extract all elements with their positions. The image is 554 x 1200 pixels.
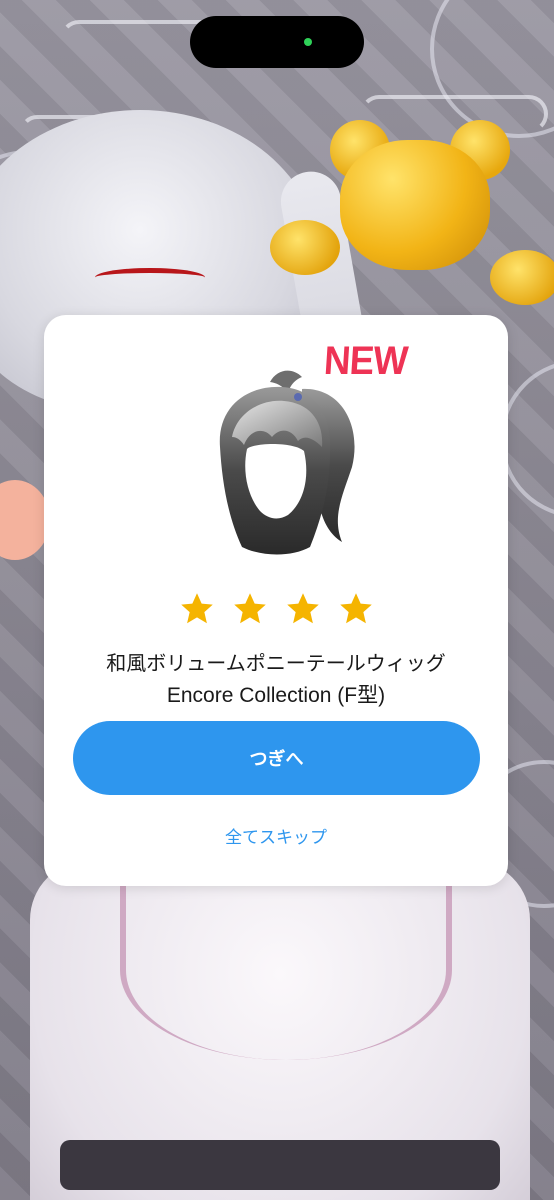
avatar-obi-belt (60, 1140, 500, 1190)
star-icon (286, 593, 319, 624)
avatar-eye (95, 268, 205, 287)
next-button[interactable]: つぎへ (73, 721, 480, 795)
item-collection: Encore Collection (F型) (166, 684, 386, 707)
star-icon (233, 593, 266, 624)
item-name: 和風ボリュームポニーテールウィッグ (106, 651, 446, 675)
star-icon (339, 593, 372, 624)
avatar-kimono-collar (120, 880, 452, 1060)
rarity-stars (44, 591, 508, 627)
lattice-window-decoration (500, 360, 554, 518)
camera-indicator-dot (304, 38, 312, 46)
dynamic-island (190, 16, 364, 68)
star-icon (180, 593, 213, 624)
reward-dialog: NEW 和風ボリュームポニーテールウィッグ Encore Collection … (44, 315, 508, 886)
skip-all-link[interactable]: 全てスキップ (44, 823, 508, 848)
avatar-cheek (0, 480, 50, 560)
ponytail-wig-icon (219, 370, 355, 555)
golden-teddy-bear-icon (270, 120, 554, 320)
